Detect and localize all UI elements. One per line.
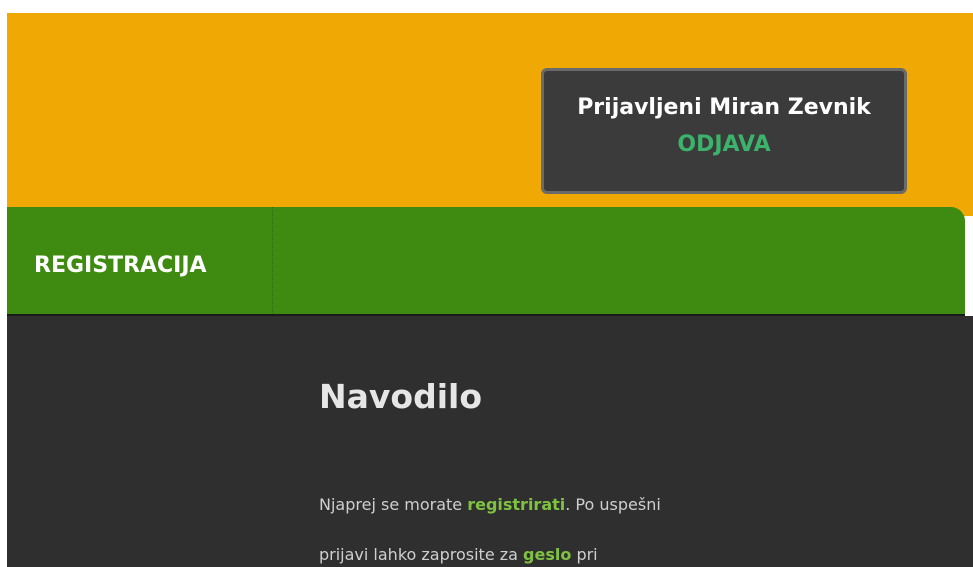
user-panel: Prijavljeni Miran Zevnik ODJAVA [541,68,907,194]
nav-item-label: REGISTRACIJA [34,253,207,278]
password-link[interactable]: geslo [523,545,571,564]
content-area: Navodilo Njaprej se morate registrirati.… [7,316,973,567]
instructions-text: pri [571,545,598,564]
nav-item-registracija[interactable]: REGISTRACIJA [7,207,273,314]
page: Prijavljeni Miran Zevnik ODJAVA REGISTRA… [0,0,973,567]
page-title: Navodilo [319,377,482,416]
instructions-text: . Po uspešni [565,495,661,514]
register-link[interactable]: registrirati [467,495,565,514]
instructions-text: prijavi lahko zaprosite za [319,545,524,564]
logged-in-user-label: Prijavljeni Miran Zevnik [577,95,871,120]
main-navigation: REGISTRACIJA [7,207,965,316]
instructions-text: Njaprej se morate [319,495,468,514]
logout-link[interactable]: ODJAVA [677,132,770,157]
instructions-paragraph: Njaprej se morate registrirati. Po uspeš… [319,480,839,567]
